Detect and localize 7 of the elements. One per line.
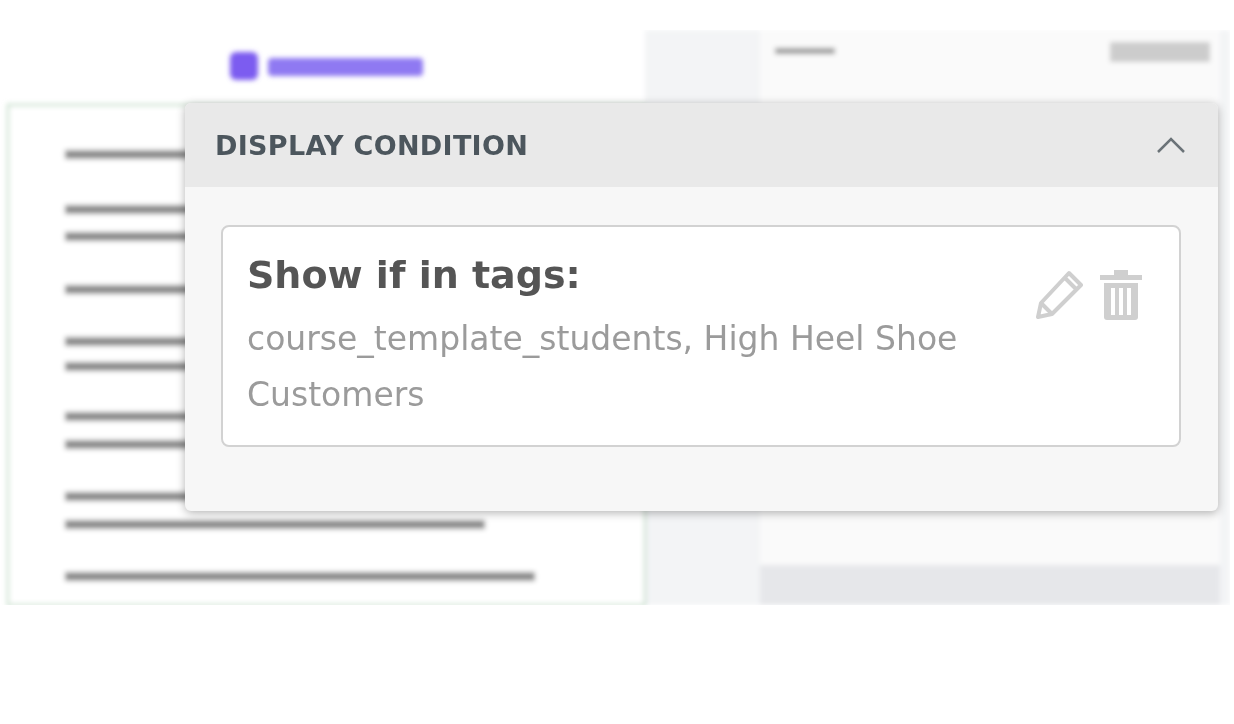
trash-icon[interactable] [1099, 269, 1143, 321]
chevron-icon[interactable] [1156, 136, 1186, 154]
pencil-icon[interactable] [1035, 269, 1085, 319]
condition-label: Show if in tags: [247, 253, 582, 297]
panel-header[interactable]: DISPLAY CONDITION [185, 103, 1218, 187]
condition-value: course_template_students, High Heel Shoe Customers [247, 318, 959, 416]
panel-title: DISPLAY CONDITION [215, 129, 529, 161]
